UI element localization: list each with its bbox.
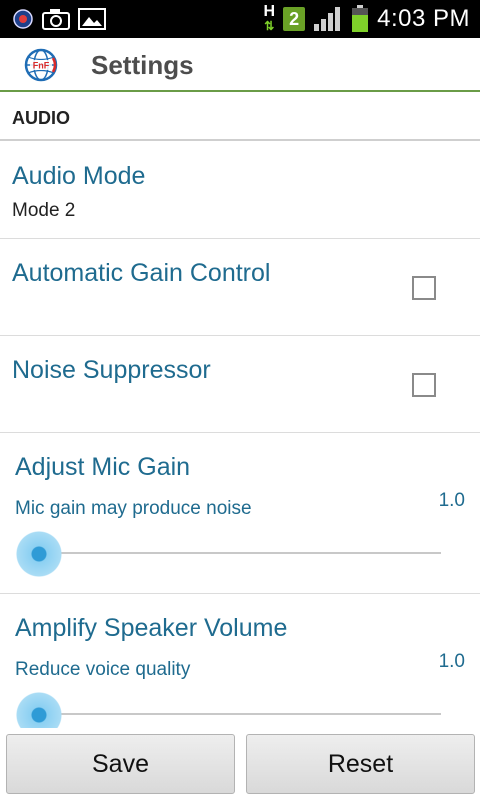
bottom-button-bar: Save Reset: [0, 728, 480, 800]
agc-checkbox[interactable]: [412, 276, 436, 300]
mic-gain-value: 1.0: [438, 490, 465, 511]
hspa-data-icon: H ⇅: [263, 3, 276, 34]
pref-amplify-speaker-volume: Amplify Speaker Volume Reduce voice qual…: [0, 595, 480, 738]
page-title: Settings: [91, 50, 194, 80]
status-bar-system: H ⇅ 2 4:03 PM: [264, 4, 470, 34]
mic-gain-title: Adjust Mic Gain: [15, 453, 191, 481]
speaker-volume-title: Amplify Speaker Volume: [15, 614, 288, 642]
speaker-volume-subtitle: Reduce voice quality: [15, 659, 191, 680]
network-type: H: [263, 3, 276, 20]
svg-text:FnF: FnF: [33, 61, 50, 71]
app-notification-icon: [13, 9, 33, 29]
pref-agc-title: Automatic Gain Control: [12, 259, 271, 287]
speaker-volume-slider-track[interactable]: [38, 713, 441, 715]
pref-adjust-mic-gain: Adjust Mic Gain Mic gain may produce noi…: [0, 434, 480, 594]
section-title: AUDIO: [12, 108, 70, 128]
save-button[interactable]: Save: [6, 734, 235, 794]
status-time: 4:03 PM: [377, 5, 470, 32]
mic-gain-slider-thumb[interactable]: [16, 531, 62, 577]
battery-icon: [352, 5, 369, 32]
pref-audio-mode-title: Audio Mode: [12, 162, 146, 190]
pref-automatic-gain-control[interactable]: Automatic Gain Control: [0, 240, 480, 336]
pref-noise-title: Noise Suppressor: [12, 356, 211, 384]
status-bar: H ⇅ 2 4:03 PM: [0, 0, 480, 38]
mic-gain-slider-track[interactable]: [38, 552, 441, 554]
status-bar-notifications: [12, 6, 106, 32]
reset-button[interactable]: Reset: [246, 734, 475, 794]
pref-audio-mode-summary: Mode 2: [12, 200, 76, 221]
speaker-volume-value: 1.0: [438, 651, 465, 672]
gallery-icon: [78, 8, 106, 30]
signal-icon: [314, 7, 341, 31]
section-header-audio: AUDIO: [0, 93, 480, 141]
mic-gain-subtitle: Mic gain may produce noise: [15, 498, 252, 519]
fnf-globe-icon[interactable]: FnF: [24, 48, 58, 82]
notification-count-badge: 2: [283, 7, 306, 31]
pref-noise-suppressor[interactable]: Noise Suppressor: [0, 337, 480, 433]
noise-suppressor-checkbox[interactable]: [412, 373, 436, 397]
action-bar: FnF Settings: [0, 38, 480, 92]
pref-audio-mode[interactable]: Audio Mode Mode 2: [0, 143, 480, 239]
camera-icon: [42, 9, 70, 30]
